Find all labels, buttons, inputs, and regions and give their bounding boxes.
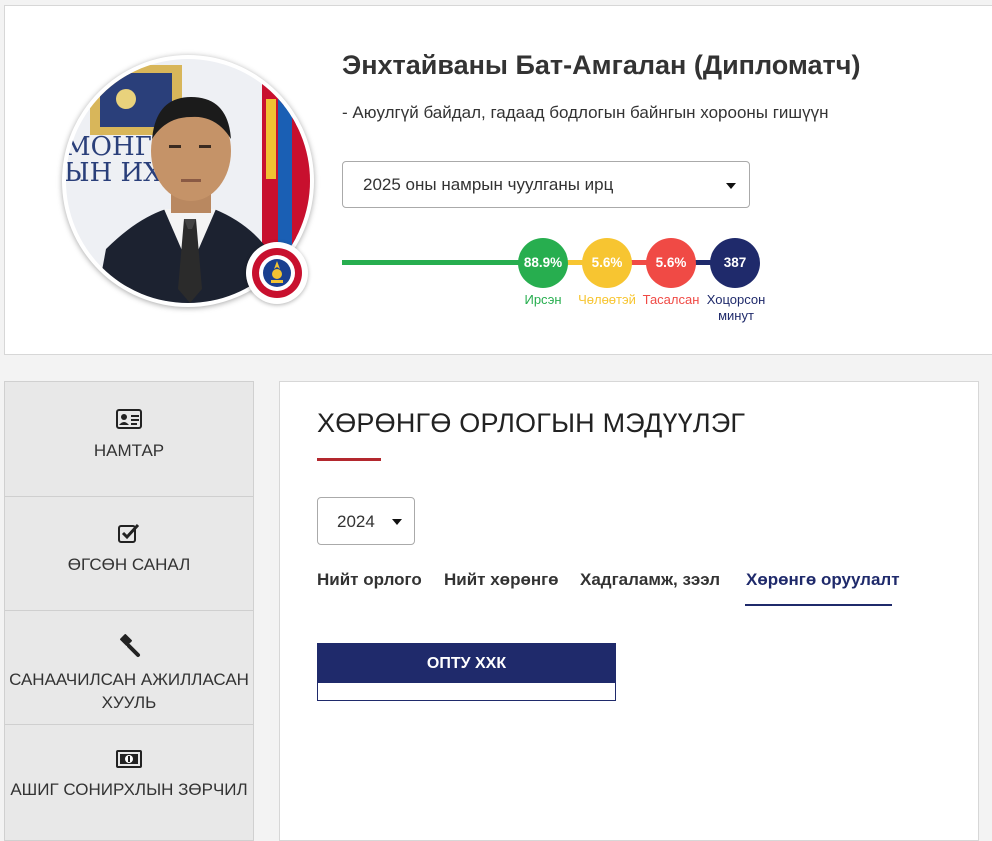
sidebar-item-label: ӨГСӨН САНАЛ <box>67 555 191 574</box>
member-name: Энхтайваны Бат-Амгалан (Дипломатч) <box>342 50 861 80</box>
attendance-excused-value: 5.6% <box>582 238 632 288</box>
attendance-excused-label: Чөлөөтэй <box>578 292 636 307</box>
section-title: ХӨРӨНГӨ ОРЛОГЫН МЭДҮҮЛЭГ <box>317 408 746 438</box>
attendance-present-label: Ирсэн <box>524 292 562 307</box>
sidebar-item-conflict-of-interest[interactable]: АШИГ СОНИРХЛЫН ЗӨРЧИЛ <box>5 724 253 838</box>
asset-declaration-panel: ХӨРӨНГӨ ОРЛОГЫН МЭДҮҮЛЭГ 2024 Нийт орлог… <box>279 381 979 841</box>
gavel-icon <box>120 634 140 657</box>
sidebar-item-votes[interactable]: ӨГСӨН САНАЛ <box>5 496 253 611</box>
attendance-late-minutes-value: 387 <box>710 238 760 288</box>
attendance-line-present <box>342 260 524 265</box>
attendance-absent-value: 5.6% <box>646 238 696 288</box>
company-card: ОПТУ ХХК <box>317 643 616 701</box>
tab-total-income[interactable]: Нийт орлого <box>317 570 422 590</box>
member-role: - Аюулгүй байдал, гадаад бодлогын байнгы… <box>342 103 829 122</box>
attendance-late-label: Хоцорсон минут <box>706 292 766 323</box>
attendance-present-value: 88.9% <box>518 238 568 288</box>
company-name: ОПТУ ХХК <box>318 644 615 683</box>
year-select[interactable]: 2024 <box>317 497 415 545</box>
active-tab-indicator <box>745 604 892 606</box>
tab-savings-loans[interactable]: Хадгаламж, зээл <box>580 570 720 590</box>
sidebar: НАМТАР ӨГСӨН САНАЛ САНААЧИЛСАН АЖИЛЛАСАН… <box>4 381 254 841</box>
sidebar-item-biography[interactable]: НАМТАР <box>5 382 253 497</box>
attendance-absent-label: Тасалсан <box>642 292 700 307</box>
title-underline <box>317 458 381 461</box>
sidebar-item-initiated-laws[interactable]: САНААЧИЛСАН АЖИЛЛАСАН ХУУЛЬ <box>5 610 253 725</box>
session-select-value: 2025 оны намрын чуулганы ирц <box>363 175 614 194</box>
sidebar-item-label: НАМТАР <box>93 441 165 460</box>
checkbox-icon <box>118 523 140 543</box>
tab-total-assets[interactable]: Нийт хөрөнгө <box>444 570 559 590</box>
sidebar-item-label: САНААЧИЛСАН АЖИЛЛАСАН ХУУЛЬ <box>9 670 249 712</box>
money-bill-icon <box>116 750 142 768</box>
party-logo-icon <box>246 242 308 304</box>
caret-down-icon <box>726 183 736 189</box>
id-card-icon <box>116 409 142 429</box>
session-select[interactable]: 2025 оны намрын чуулганы ирц <box>342 161 750 208</box>
profile-card: МОНГО ЫН ИХ Х Энхтайваны Бат-Амгалан (Ди… <box>4 5 992 355</box>
year-select-value: 2024 <box>337 512 375 531</box>
sidebar-item-label: АШИГ СОНИРХЛЫН ЗӨРЧИЛ <box>10 780 248 799</box>
tab-investments[interactable]: Хөрөнгө оруулалт <box>746 570 900 590</box>
avatar: МОНГО ЫН ИХ Х <box>62 55 314 307</box>
caret-down-icon <box>392 519 402 525</box>
